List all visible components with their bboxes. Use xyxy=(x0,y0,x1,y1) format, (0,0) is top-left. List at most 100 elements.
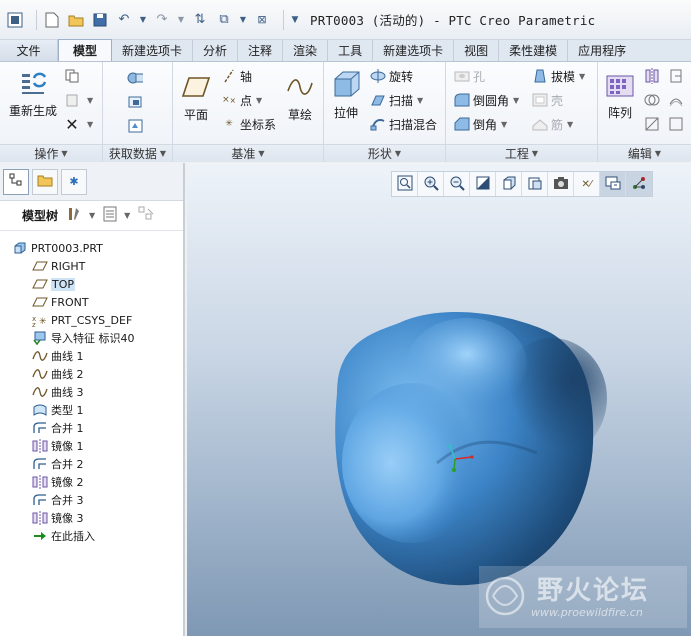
tree-item[interactable]: 镜像 1 xyxy=(0,437,183,455)
mirror-button[interactable] xyxy=(644,66,663,86)
tree-settings-tools-icon[interactable] xyxy=(66,206,82,226)
merge-button[interactable] xyxy=(644,90,663,110)
tab-view[interactable]: 视图 xyxy=(454,40,500,61)
extrude-button[interactable]: 拉伸 xyxy=(328,70,364,121)
point-button[interactable]: × × 点 ▼ xyxy=(221,90,262,110)
round-icon xyxy=(454,92,470,108)
sketch-button[interactable]: 草绘 xyxy=(283,72,317,123)
tree-item[interactable]: FRONT xyxy=(0,293,183,311)
regenerate-quick-icon[interactable]: ⇅ xyxy=(191,11,209,29)
tree-item[interactable]: 曲线 2 xyxy=(0,365,183,383)
show-list-icon[interactable] xyxy=(103,206,117,226)
group-label-operations[interactable]: 操作 ▼ xyxy=(0,144,102,162)
tab-file[interactable]: 文件 xyxy=(0,40,58,61)
tree-item[interactable]: 镜像 2 xyxy=(0,473,183,491)
revolve-button[interactable]: 旋转 xyxy=(370,66,413,86)
sweep-button[interactable]: 扫描 ▼ xyxy=(370,90,423,110)
tree-item[interactable]: 合并 3 xyxy=(0,491,183,509)
datum-label: 基准 xyxy=(231,147,256,161)
tab-applications[interactable]: 应用程序 xyxy=(568,40,636,61)
offset-button[interactable] xyxy=(668,90,687,110)
folder-browser-tab[interactable] xyxy=(32,168,58,195)
tree-item-label: 曲线 1 xyxy=(51,350,84,363)
undo-icon[interactable]: ↶ xyxy=(115,11,133,29)
csys-button[interactable]: ✳ 坐标系 xyxy=(221,114,276,134)
tree-item[interactable]: 曲线 3 xyxy=(0,383,183,401)
chamfer-button[interactable]: 倒角 ▼ xyxy=(454,114,507,134)
tab-tools[interactable]: 工具 xyxy=(328,40,374,61)
tab-new-tab-2[interactable]: 新建选项卡 xyxy=(373,40,455,61)
trim-button[interactable] xyxy=(644,114,663,134)
copy-geometry-button[interactable] xyxy=(127,92,146,112)
curve-icon xyxy=(32,349,48,363)
chevron-down-icon[interactable]: ▼ xyxy=(124,211,130,220)
swept-blend-button[interactable]: 扫描混合 xyxy=(370,114,437,134)
tree-item[interactable]: 合并 1 xyxy=(0,419,183,437)
group-label-edit[interactable]: 编辑 ▼ xyxy=(598,144,691,162)
group-label-shapes[interactable]: 形状 ▼ xyxy=(324,144,445,162)
chevron-down-icon[interactable]: ▼ xyxy=(139,11,147,29)
datum-plane-icon xyxy=(32,295,48,309)
model-tree-icon xyxy=(9,173,23,190)
tab-render[interactable]: 渲染 xyxy=(283,40,329,61)
tree-item[interactable]: 类型 1 xyxy=(0,401,183,419)
tab-flexible-modeling[interactable]: 柔性建模 xyxy=(499,40,569,61)
tree-filter-icon[interactable] xyxy=(138,206,154,226)
model-tree-tab[interactable] xyxy=(3,168,29,195)
group-label-datum[interactable]: 基准 ▼ xyxy=(173,144,323,162)
tree-item[interactable]: 在此插入 xyxy=(0,527,183,545)
open-folder-icon[interactable] xyxy=(67,11,85,29)
redo-icon[interactable]: ↷ xyxy=(153,11,171,29)
round-button[interactable]: 倒圆角 ▼ xyxy=(454,90,519,110)
favorites-tab[interactable]: ✱ xyxy=(61,168,87,195)
tab-new-tab-1[interactable]: 新建选项卡 xyxy=(112,40,194,61)
group-label-engineering[interactable]: 工程 ▼ xyxy=(446,144,597,162)
intersect-button[interactable] xyxy=(668,114,687,134)
new-file-icon[interactable] xyxy=(43,11,61,29)
plane-button[interactable]: 平面 xyxy=(179,72,213,123)
tree-item[interactable]: x z ✳ PRT_CSYS_DEF xyxy=(0,311,183,329)
tree-item[interactable]: 导入特征 标识40 xyxy=(0,329,183,347)
tree-item-label: 合并 2 xyxy=(51,458,84,471)
tree-item[interactable]: 曲线 1 xyxy=(0,347,183,365)
tree-item[interactable]: 镜像 3 xyxy=(0,509,183,527)
tree-item[interactable]: 合并 2 xyxy=(0,455,183,473)
tree-item[interactable]: TOP xyxy=(0,275,183,293)
group-label-get-data[interactable]: 获取数据 ▼ xyxy=(103,144,172,162)
windows-icon[interactable]: ⧉ xyxy=(215,11,233,29)
datum-plane-icon xyxy=(32,259,48,273)
datum-plane-icon xyxy=(32,277,48,291)
pattern-button[interactable]: 阵列 xyxy=(604,70,636,121)
rib-button[interactable]: 筋 ▼ xyxy=(532,114,573,134)
hole-button[interactable]: 孔 xyxy=(454,66,485,86)
shrinkwrap-button[interactable] xyxy=(127,116,146,136)
shell-button[interactable]: 壳 xyxy=(532,90,563,110)
graphics-viewport[interactable]: ✕⁄ 野火论坛 www.proewildfire.cn xyxy=(187,163,691,636)
chevron-down-icon[interactable]: ▼ xyxy=(177,11,185,29)
tree-item[interactable]: RIGHT xyxy=(0,257,183,275)
tree-item-label: RIGHT xyxy=(51,259,86,273)
axis-button[interactable]: 轴 xyxy=(221,66,252,86)
tree-item-label: TOP xyxy=(51,277,76,291)
user-defined-feature-button[interactable] xyxy=(127,68,146,88)
extend-button[interactable] xyxy=(668,66,687,86)
svg-text:✳: ✳ xyxy=(39,317,47,327)
draft-button[interactable]: 拔模 ▼ xyxy=(532,66,585,86)
tree-item[interactable]: PRT0003.PRT xyxy=(0,239,183,257)
chevron-down-icon[interactable]: ▼ xyxy=(89,211,95,220)
group-get-data: 获取数据 ▼ xyxy=(103,62,173,162)
customize-dropdown-icon[interactable]: ▼ xyxy=(290,11,300,29)
copy-button[interactable] xyxy=(64,66,83,86)
app-window-icon[interactable] xyxy=(6,11,24,29)
tab-annotate[interactable]: 注释 xyxy=(238,40,284,61)
tab-analysis[interactable]: 分析 xyxy=(193,40,239,61)
regenerate-button[interactable]: 重新生成 xyxy=(6,68,60,119)
group-shapes: 拉伸 旋转 扫描 ▼ 扫描混合 形状 ▼ xyxy=(324,62,446,162)
datum-axis-icon xyxy=(221,68,237,84)
delete-button[interactable]: ✕ ▼ xyxy=(64,114,93,134)
paste-button[interactable]: ▼ xyxy=(64,90,93,110)
close-window-icon[interactable]: ⊠ xyxy=(253,11,271,29)
tab-model[interactable]: 模型 xyxy=(58,39,112,61)
save-icon[interactable] xyxy=(91,11,109,29)
chevron-down-icon[interactable]: ▼ xyxy=(239,11,247,29)
